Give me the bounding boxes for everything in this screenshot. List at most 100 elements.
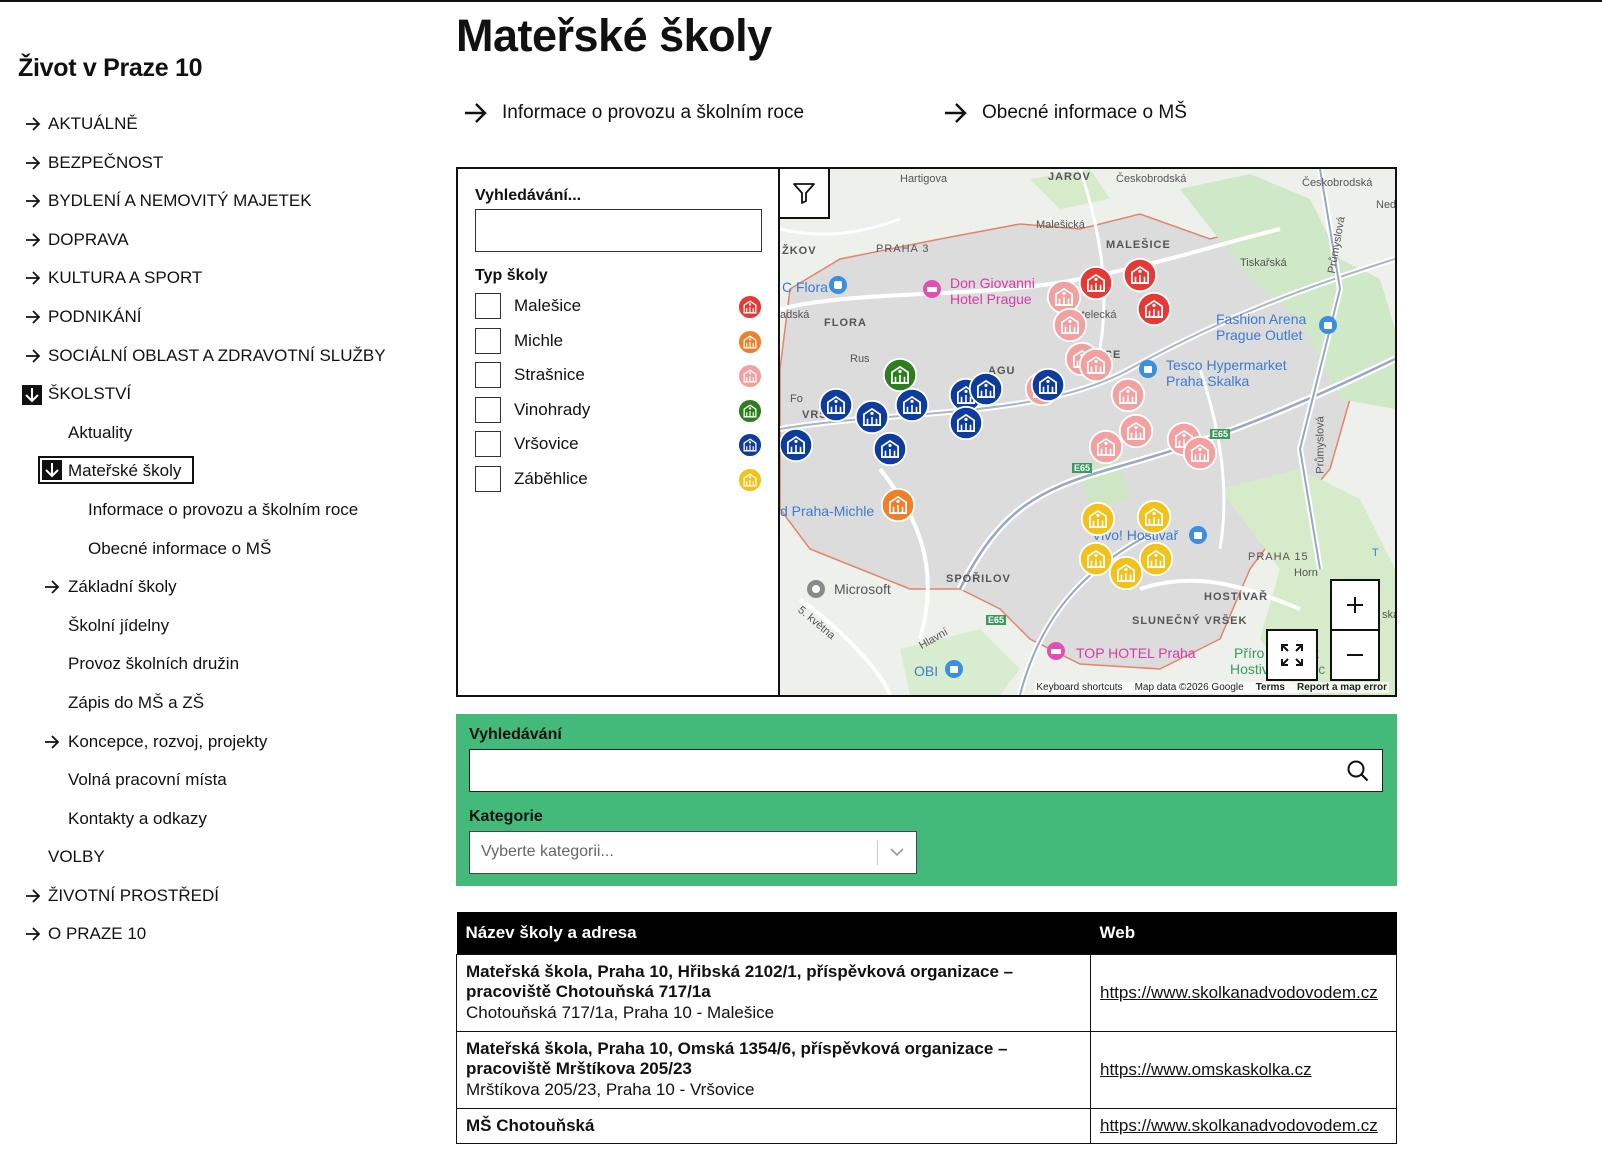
type-checkbox[interactable] (475, 431, 501, 458)
map-poi-don-giovanni[interactable]: Don Giovanni (950, 275, 1035, 291)
map-poi-prague-outlet[interactable]: Prague Outlet (1216, 327, 1302, 343)
nav-item-aktuality[interactable]: Aktuality (18, 414, 418, 453)
school-type-row[interactable]: Malešice (475, 289, 763, 324)
shop-pin-icon[interactable] (1188, 525, 1208, 545)
nav-item-socialni[interactable]: SOCIÁLNÍ OBLAST A ZDRAVOTNÍ SLUŽBY (18, 337, 418, 376)
school-web-link[interactable]: https://www.skolkanadvodovodem.cz (1100, 983, 1378, 1002)
search-icon[interactable] (1346, 759, 1370, 783)
map-poi-microsoft[interactable]: Microsoft (834, 581, 891, 597)
report-error-link[interactable]: Report a map error (1297, 682, 1387, 693)
search-label: Vyhledávání (469, 726, 562, 743)
map-poi-hotel-prague[interactable]: Hotel Prague (950, 291, 1032, 307)
school-web-link[interactable]: https://www.omskaskolka.cz (1100, 1060, 1312, 1079)
school-marker-icon[interactable] (1136, 291, 1172, 332)
type-checkbox[interactable] (475, 396, 501, 423)
map-search-input[interactable] (475, 209, 762, 252)
column-header-name: Název školy a adresa (456, 912, 1091, 955)
type-checkbox[interactable] (475, 362, 501, 389)
keyboard-shortcuts-link[interactable]: Keyboard shortcuts (1036, 682, 1122, 693)
nav-item-zapis[interactable]: Zápis do MŠ a ZŠ (18, 684, 418, 723)
nav-label: AKTUÁLNĚ (48, 114, 138, 133)
map-poi-praha-skalka[interactable]: Praha Skalka (1166, 373, 1249, 389)
school-marker-icon[interactable] (1138, 541, 1174, 582)
map-poi-top-hotel[interactable]: TOP HOTEL Praha (1076, 645, 1196, 661)
nav-item-druziny[interactable]: Provoz školních družin (18, 645, 418, 684)
nav-item-ms-obecne[interactable]: Obecné informace o MŠ (18, 530, 418, 569)
nav-item-zivotni[interactable]: ŽIVOTNÍ PROSTŘEDÍ (18, 877, 418, 916)
school-marker-icon[interactable] (1078, 265, 1114, 306)
arrow-right-icon (25, 270, 41, 286)
school-type-row[interactable]: Michle (475, 324, 763, 359)
map-canvas[interactable]: Hartigova JAROV Českobrodská Českobrodsk… (780, 169, 1395, 695)
chevron-down-icon (890, 848, 904, 857)
site-title[interactable]: Život v Praze 10 (18, 54, 418, 83)
map-poi-flora[interactable]: C Flora (782, 279, 828, 295)
school-type-row[interactable]: Záběhlice (475, 462, 763, 497)
school-marker-icon[interactable] (1030, 367, 1066, 408)
type-checkbox[interactable] (475, 293, 501, 320)
nav-item-koncepce[interactable]: Koncepce, rozvoj, projekty (18, 723, 418, 762)
school-marker-icon[interactable] (1182, 435, 1218, 476)
nav-label: Školní jídelny (68, 615, 170, 635)
map-label-t: T (1372, 547, 1379, 559)
map-poi-fashion-arena[interactable]: Fashion Arena (1216, 311, 1306, 327)
school-marker-icon[interactable] (1080, 501, 1116, 542)
nav-item-volby[interactable]: VOLBY (18, 838, 418, 877)
nav-item-aktualne[interactable]: AKTUÁLNĚ (18, 105, 418, 144)
school-marker-icon[interactable] (872, 431, 908, 472)
school-type-row[interactable]: Vršovice (475, 427, 763, 462)
poi-pin-icon[interactable] (806, 579, 826, 599)
school-marker-icon[interactable] (780, 427, 814, 468)
hotel-pin-icon[interactable] (922, 279, 942, 299)
school-marker-icon[interactable] (818, 387, 854, 428)
map-label-jarov: JAROV (1048, 171, 1091, 183)
map-label-praha15: PRAHA 15 (1248, 551, 1309, 563)
map-poi-obi[interactable]: OBI (914, 663, 938, 679)
nav-item-kontakty[interactable]: Kontakty a odkazy (18, 800, 418, 839)
zoom-in-button[interactable] (1330, 579, 1380, 631)
nav-item-kultura[interactable]: KULTURA A SPORT (18, 259, 418, 298)
quick-link-obecne[interactable]: Obecné informace o MŠ (944, 98, 1187, 128)
nav-item-doprava[interactable]: DOPRAVA (18, 221, 418, 260)
nav-item-bezpecnost[interactable]: BEZPEČNOST (18, 144, 418, 183)
school-marker-icon[interactable] (1078, 347, 1114, 388)
nav-item-zakladni-skoly[interactable]: Základní školy (18, 568, 418, 607)
school-marker-icon[interactable] (1110, 377, 1146, 418)
nav-item-o-praze[interactable]: O PRAZE 10 (18, 915, 418, 954)
quick-link-provoz[interactable]: Informace o provozu a školním roce (464, 98, 804, 128)
nav-item-bydleni[interactable]: BYDLENÍ A NEMOVITÝ MAJETEK (18, 182, 418, 221)
map-filter-button[interactable] (780, 169, 830, 219)
category-select[interactable]: Vyberte kategorii... (469, 831, 917, 874)
nav-item-skolstvi[interactable]: ŠKOLSTVÍ (18, 375, 418, 414)
school-search: Vyhledávání Kategorie Vyberte kategorii.… (456, 714, 1397, 886)
map-poi-tesco[interactable]: Tesco Hypermarket (1166, 357, 1287, 373)
fullscreen-button[interactable] (1266, 629, 1318, 681)
shop-pin-icon[interactable] (1318, 315, 1338, 335)
map-data-credit: Map data ©2026 Google (1134, 682, 1244, 693)
zoom-out-button[interactable] (1330, 629, 1380, 681)
type-checkbox[interactable] (475, 465, 501, 492)
nav-item-materske-skoly[interactable]: Mateřské školy (18, 452, 418, 491)
school-marker-icon[interactable] (1118, 413, 1154, 454)
school-marker-icon[interactable] (1136, 499, 1172, 540)
school-type-row[interactable]: Vinohrady (475, 393, 763, 428)
nav-item-podnikani[interactable]: PODNIKÁNÍ (18, 298, 418, 337)
hotel-pin-icon[interactable] (1046, 641, 1066, 661)
school-marker-icon[interactable] (948, 405, 984, 446)
school-type-row[interactable]: Strašnice (475, 358, 763, 393)
search-input[interactable] (469, 749, 1383, 792)
map-poi-praha-michle[interactable]: d Praha-Michle (780, 503, 874, 519)
nav-item-jidelny[interactable]: Školní jídelny (18, 607, 418, 646)
school-marker-icon[interactable] (880, 487, 916, 528)
type-label: Vršovice (514, 434, 579, 454)
nav-item-ms-provoz[interactable]: Informace o provozu a školním roce (18, 491, 418, 530)
terms-link[interactable]: Terms (1256, 682, 1285, 693)
shop-pin-icon[interactable] (1138, 359, 1158, 379)
school-web-link[interactable]: https://www.skolkanadvodovodem.cz (1100, 1116, 1378, 1135)
school-marker-icon[interactable] (894, 387, 930, 428)
poi-pin-icon[interactable] (828, 275, 848, 295)
nav-label: Kontakty a odkazy (68, 808, 207, 828)
type-checkbox[interactable] (475, 327, 501, 354)
nav-item-volna-mista[interactable]: Volná pracovní místa (18, 761, 418, 800)
shop-pin-icon[interactable] (944, 659, 964, 679)
